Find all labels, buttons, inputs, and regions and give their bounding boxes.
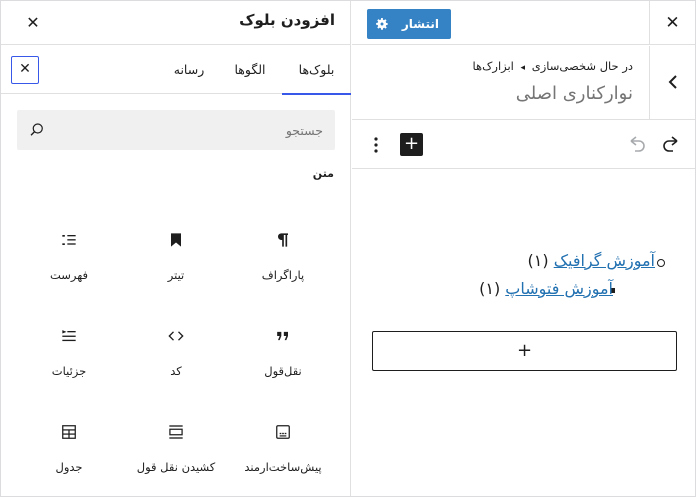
block-quote[interactable]: نقل‌قول: [229, 302, 337, 386]
customizer-header: انتشار ✕: [352, 1, 695, 45]
block-heading[interactable]: تیتر: [122, 206, 230, 290]
block-details[interactable]: جزئیات: [15, 302, 123, 386]
block-preformatted[interactable]: پیش‌ساخت‌ارمند: [229, 398, 337, 482]
publish-button[interactable]: انتشار: [367, 9, 451, 39]
section-title: نوارکناری اصلی: [515, 83, 633, 104]
tab-patterns[interactable]: الگوها: [221, 46, 279, 94]
search-input[interactable]: [83, 110, 323, 150]
code-icon: [168, 331, 184, 341]
quote-icon: [277, 331, 288, 341]
search-icon: [30, 123, 43, 136]
inserter-tabs: بلوک‌ها الگوها رسانه: [1, 46, 351, 95]
category-link[interactable]: آموزش گرافیک: [554, 251, 655, 270]
block-label: جزئیات: [51, 364, 87, 378]
undo-icon[interactable]: [625, 133, 649, 157]
category-label-text: متن: [312, 167, 334, 180]
publish-label: انتشار: [401, 17, 439, 31]
block-search: [17, 110, 335, 150]
block-label: پیش‌ساخت‌ارمند: [244, 460, 322, 474]
block-label: پاراگراف: [261, 268, 305, 282]
breadcrumb: در حال شخصی‌سازی ◂ ابزارک‌ها: [472, 59, 633, 73]
block-label: نقل‌قول: [264, 364, 302, 378]
block-pullquote[interactable]: کشیدن نقل قول: [122, 398, 230, 482]
close-inserter-button[interactable]: ✕: [23, 13, 43, 33]
block-inserter-panel: افزودن بلوک ✕ بلوک‌ها الگوها رسانه ✕ متن…: [1, 1, 351, 496]
inserter-header: افزودن بلوک ✕: [1, 1, 351, 45]
preformatted-icon: [276, 425, 290, 439]
block-appender-button[interactable]: +: [372, 331, 677, 371]
editor-toolbar: +: [352, 121, 695, 169]
block-label: فهرست: [49, 268, 89, 282]
list-item: آموزش گرافیک (۱): [527, 251, 656, 270]
block-list[interactable]: فهرست: [15, 206, 123, 290]
section-header: در حال شخصی‌سازی ◂ ابزارک‌ها نوارکناری ا…: [352, 46, 695, 120]
breadcrumb-separator-icon: ◂: [520, 63, 526, 73]
close-icon: ✕: [19, 61, 31, 77]
block-table[interactable]: جدول: [15, 398, 123, 482]
add-block-button[interactable]: +: [400, 133, 423, 156]
pullquote-icon: [169, 425, 183, 439]
list-item: آموزش فتوشاپ (۱): [479, 279, 613, 298]
tab-blocks[interactable]: بلوک‌ها: [282, 46, 351, 95]
table-icon: [62, 425, 76, 439]
block-label: کد: [170, 364, 182, 378]
close-customizer-button[interactable]: ✕: [649, 1, 695, 45]
gear-icon: [376, 18, 388, 30]
heading-bookmark-icon: [171, 233, 181, 247]
paragraph-icon: [278, 233, 288, 247]
block-code[interactable]: کد: [122, 302, 230, 386]
details-icon: [62, 330, 76, 342]
close-tabs-button[interactable]: ✕: [11, 56, 39, 84]
chevron-left-icon: [668, 75, 677, 89]
more-options-icon[interactable]: [364, 133, 388, 157]
category-link[interactable]: آموزش فتوشاپ: [505, 279, 613, 298]
block-label: کشیدن نقل قول: [136, 460, 216, 474]
bullet-circle-icon: [657, 259, 665, 267]
block-label: تیتر: [167, 268, 185, 282]
back-button[interactable]: [649, 46, 695, 120]
list-icon: [62, 235, 76, 245]
redo-icon[interactable]: [659, 133, 683, 157]
inserter-title: افزودن بلوک: [239, 11, 335, 29]
block-label: جدول: [55, 460, 83, 474]
customizer-editor: انتشار ✕ در حال شخصی‌سازی ◂ ابزارک‌ها نو…: [352, 1, 695, 496]
tab-media[interactable]: رسانه: [161, 46, 217, 94]
block-paragraph[interactable]: پاراگراف: [229, 206, 337, 290]
close-icon: ✕: [665, 13, 680, 33]
